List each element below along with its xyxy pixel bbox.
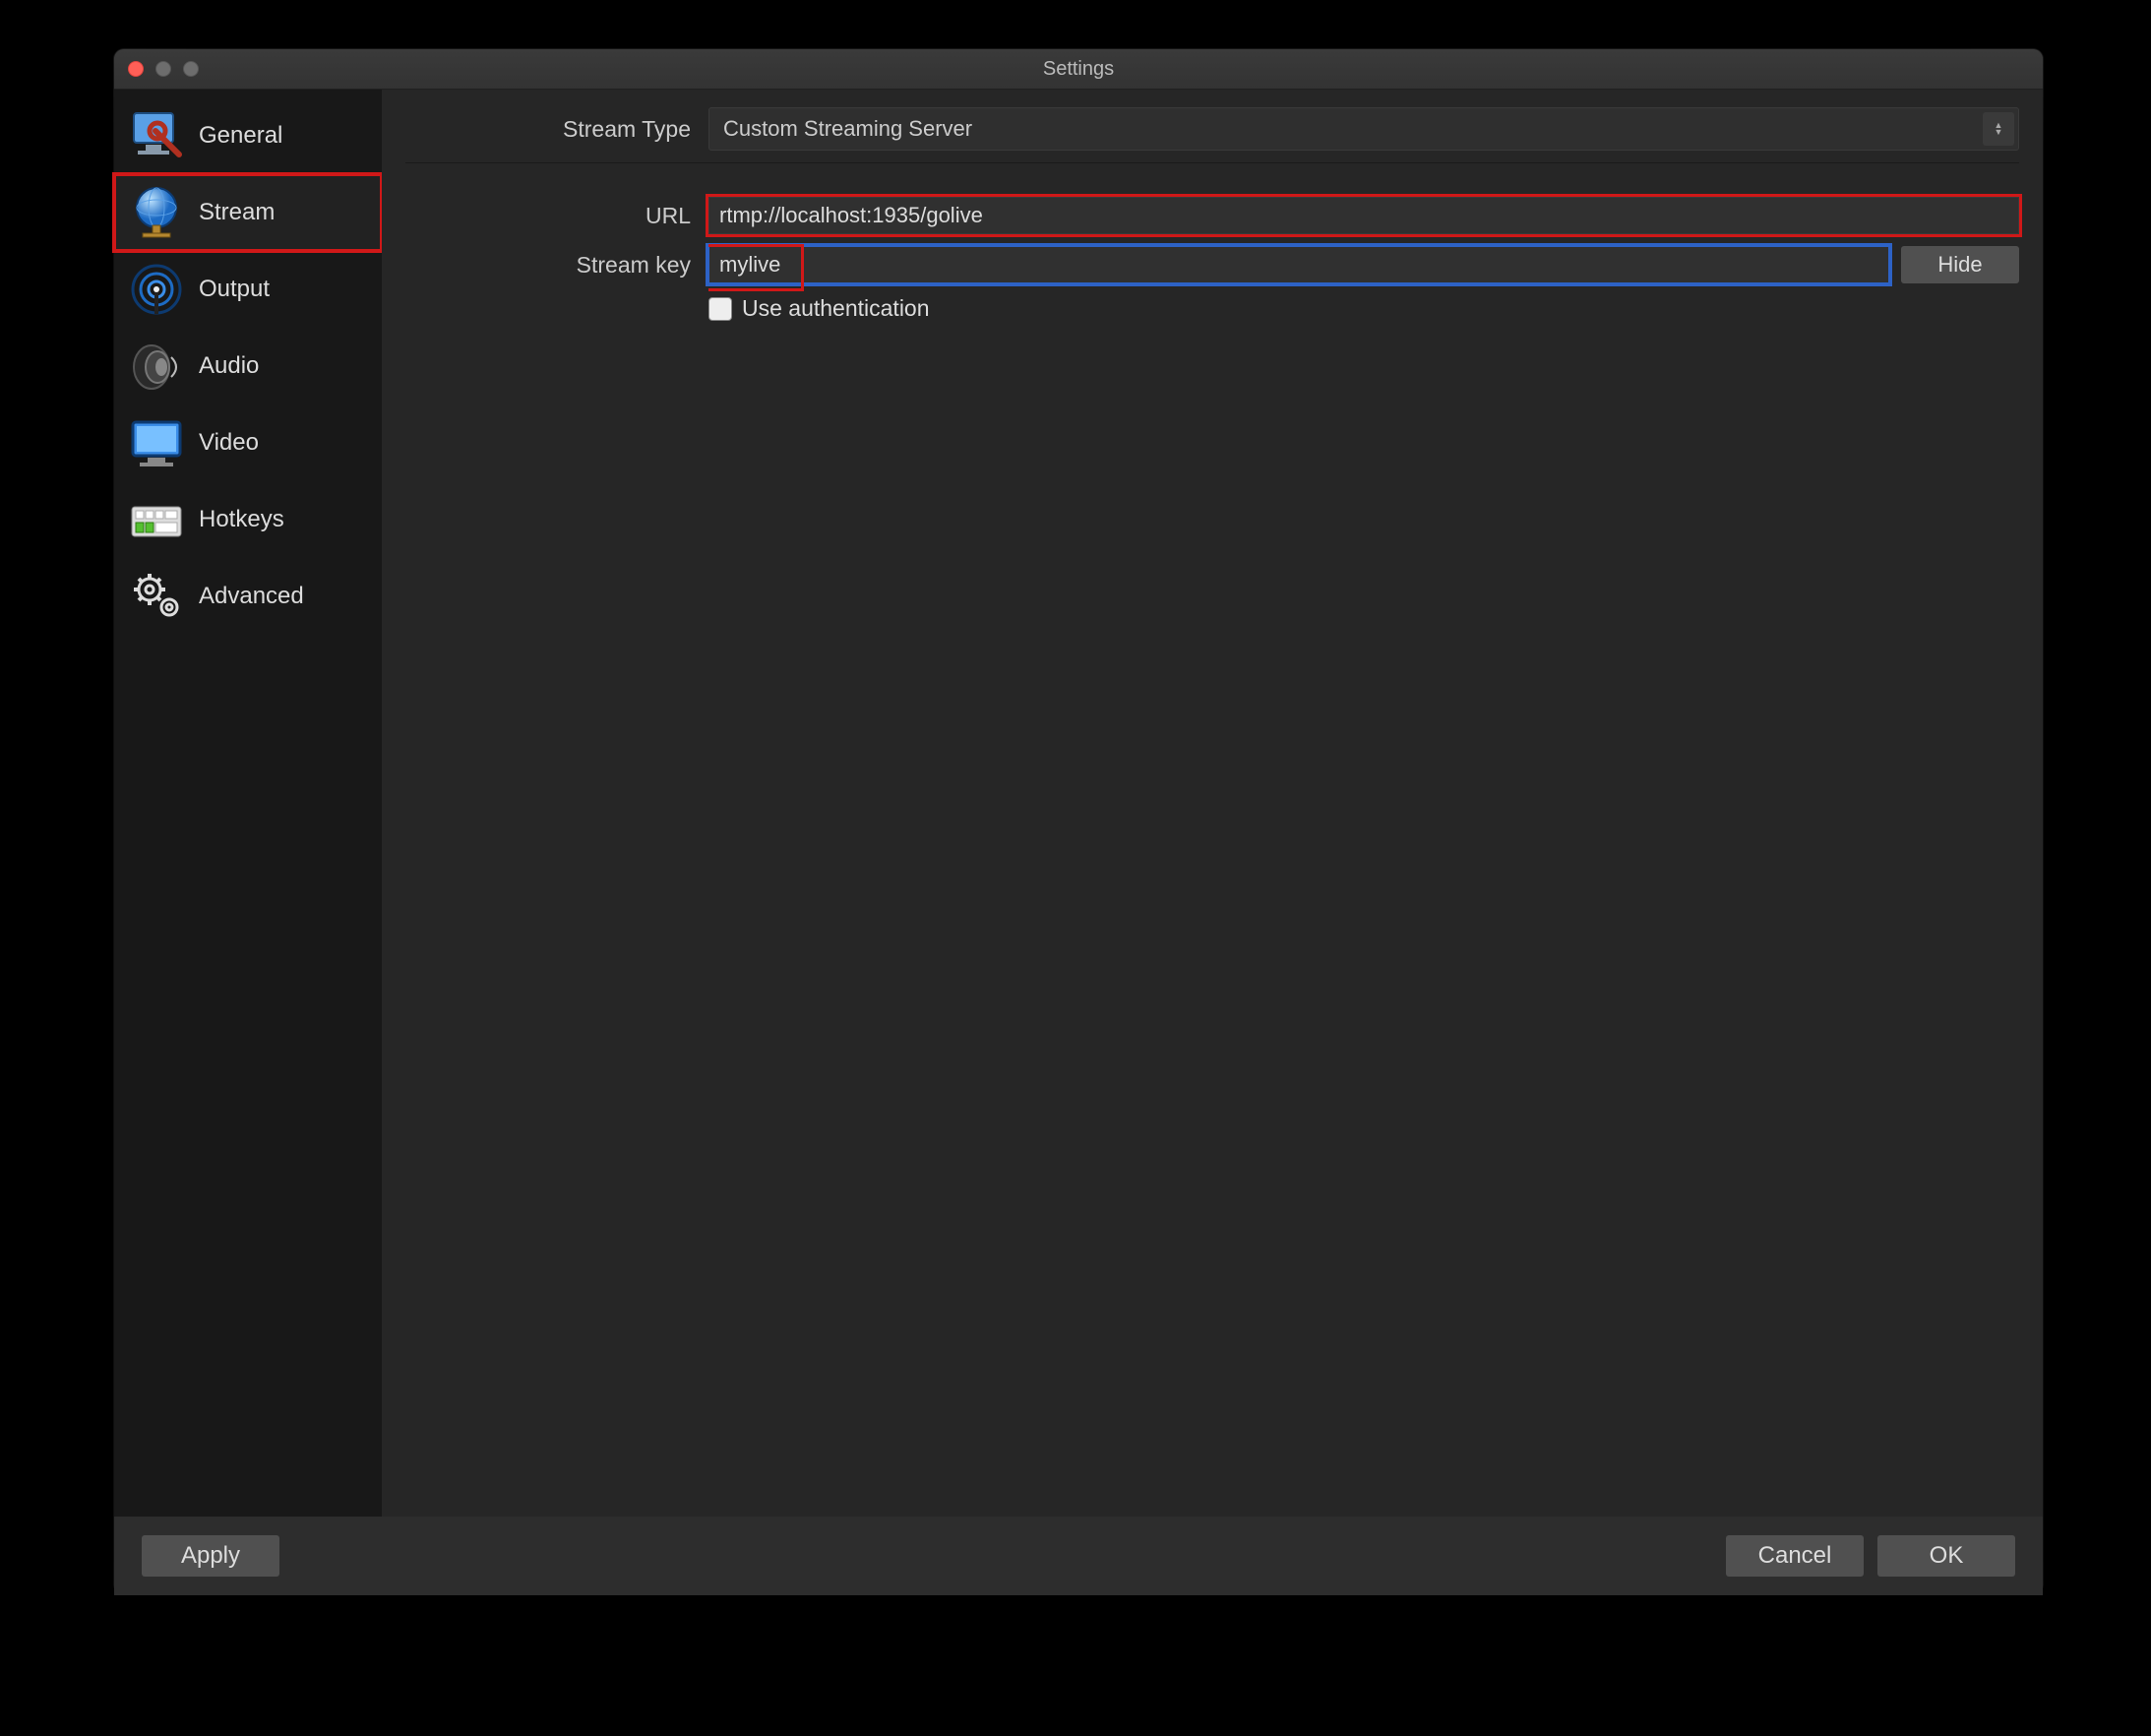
- window-title: Settings: [114, 49, 2043, 89]
- url-label: URL: [405, 203, 708, 229]
- stream-type-label: Stream Type: [405, 116, 708, 143]
- monitor-wrench-icon: [128, 107, 185, 164]
- sidebar-item-stream[interactable]: Stream: [114, 174, 382, 251]
- sidebar-item-label: General: [199, 122, 282, 150]
- sidebar-item-label: Audio: [199, 352, 259, 380]
- sidebar-item-advanced[interactable]: Advanced: [114, 558, 382, 635]
- apply-button[interactable]: Apply: [142, 1535, 279, 1577]
- sidebar-item-label: Hotkeys: [199, 506, 284, 533]
- stream-key-label: Stream key: [405, 252, 708, 279]
- sidebar-item-hotkeys[interactable]: Hotkeys: [114, 481, 382, 558]
- chevron-up-down-icon: ▲▼: [1983, 112, 2014, 146]
- globe-icon: [128, 184, 185, 241]
- stream-key-input[interactable]: [708, 246, 1889, 283]
- sidebar-item-audio[interactable]: Audio: [114, 328, 382, 404]
- speaker-icon: [128, 338, 185, 395]
- broadcast-tower-icon: [128, 261, 185, 318]
- display-icon: [128, 414, 185, 471]
- use-auth-label: Use authentication: [742, 295, 930, 322]
- gears-icon: [128, 568, 185, 625]
- titlebar: Settings: [114, 49, 2043, 90]
- stream-type-select[interactable]: Custom Streaming Server ▲▼: [708, 107, 2019, 151]
- keyboard-icon: [128, 491, 185, 548]
- row-url: URL: [405, 197, 2019, 234]
- content-pane: Stream Type Custom Streaming Server ▲▼ U…: [382, 90, 2043, 1517]
- hide-button[interactable]: Hide: [1901, 246, 2019, 283]
- cancel-button[interactable]: Cancel: [1726, 1535, 1864, 1577]
- sidebar-item-label: Advanced: [199, 583, 304, 610]
- url-input[interactable]: [708, 197, 2019, 234]
- use-auth-checkbox[interactable]: [708, 297, 732, 321]
- sidebar-item-general[interactable]: General: [114, 97, 382, 174]
- sidebar-item-label: Output: [199, 276, 270, 303]
- sidebar-item-label: Stream: [199, 199, 275, 226]
- footer: Apply Cancel OK: [114, 1517, 2043, 1595]
- stream-type-value: Custom Streaming Server: [723, 116, 972, 142]
- row-stream-key: Stream key Hide: [405, 246, 2019, 283]
- sidebar: General Stream: [114, 90, 382, 1517]
- sidebar-item-video[interactable]: Video: [114, 404, 382, 481]
- row-stream-type: Stream Type Custom Streaming Server ▲▼: [405, 107, 2019, 151]
- settings-window: Settings General: [114, 49, 2043, 1594]
- sidebar-item-label: Video: [199, 429, 259, 457]
- ok-button[interactable]: OK: [1877, 1535, 2015, 1577]
- sidebar-item-output[interactable]: Output: [114, 251, 382, 328]
- divider: [405, 162, 2019, 163]
- row-use-auth: Use authentication: [405, 295, 2019, 322]
